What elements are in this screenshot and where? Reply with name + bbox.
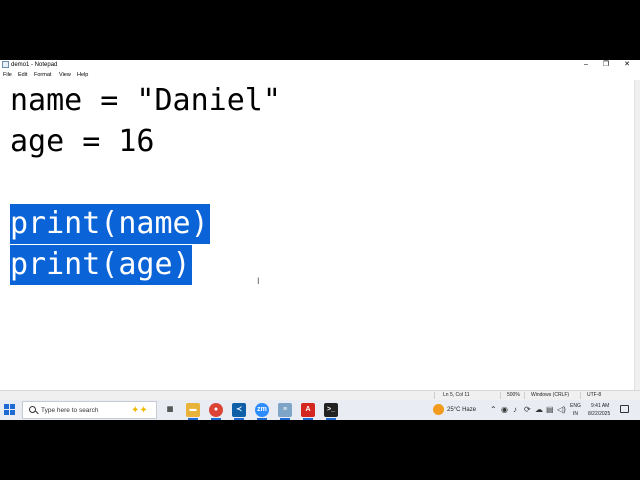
running-indicator bbox=[303, 418, 313, 420]
network-icon[interactable]: ▤ bbox=[546, 405, 554, 415]
language-indicator[interactable]: ENG bbox=[570, 403, 581, 409]
vertical-scrollbar[interactable] bbox=[634, 80, 640, 390]
status-divider bbox=[524, 392, 525, 399]
windows-logo-icon bbox=[4, 404, 9, 409]
running-indicator bbox=[188, 418, 198, 420]
status-cursor-position: Ln 5, Col 11 bbox=[443, 392, 470, 398]
cloud-icon[interactable]: ☁ bbox=[535, 405, 543, 415]
editor-line-2: age = 16 bbox=[10, 124, 155, 159]
taskbar-search-box[interactable]: Type here to search ✦✦ bbox=[22, 401, 157, 419]
search-placeholder: Type here to search bbox=[41, 407, 99, 414]
search-highlight-icon: ✦✦ bbox=[131, 405, 148, 416]
sync-icon[interactable]: ⟳ bbox=[524, 405, 531, 415]
window-title: demo1 - Notepad bbox=[11, 62, 58, 68]
notepad-app-icon bbox=[2, 61, 9, 68]
title-bar[interactable]: demo1 - Notepad – ❐ ✕ bbox=[0, 60, 640, 70]
input-locale[interactable]: IN bbox=[573, 411, 578, 417]
visual-studio-code-button[interactable]: ≺ bbox=[232, 403, 246, 417]
close-button[interactable]: ✕ bbox=[617, 60, 637, 70]
notification-icon[interactable] bbox=[620, 405, 629, 413]
menu-format[interactable]: Format bbox=[34, 70, 51, 80]
minimize-button[interactable]: – bbox=[576, 60, 596, 70]
status-divider bbox=[434, 392, 435, 399]
editor-line-1: name = "Daniel" bbox=[10, 83, 281, 118]
chevron-up-icon[interactable]: ⌃ bbox=[490, 405, 497, 415]
notepad-button[interactable]: ≡ bbox=[278, 403, 292, 417]
mic-icon[interactable]: ♪ bbox=[513, 405, 517, 415]
zoom-button[interactable]: zm bbox=[255, 403, 269, 417]
menu-file[interactable]: File bbox=[3, 70, 12, 80]
menu-edit[interactable]: Edit bbox=[18, 70, 27, 80]
search-icon bbox=[29, 406, 36, 413]
status-bar: Ln 5, Col 11 500% Windows (CRLF) UTF-8 bbox=[0, 390, 640, 400]
running-indicator bbox=[326, 418, 336, 420]
status-divider bbox=[580, 392, 581, 399]
defender-icon[interactable]: ◉ bbox=[501, 405, 508, 415]
windows-logo-icon bbox=[10, 404, 15, 409]
running-indicator bbox=[234, 418, 244, 420]
menu-help[interactable]: Help bbox=[77, 70, 88, 80]
file-explorer-button[interactable]: ▬ bbox=[186, 403, 200, 417]
text-editor[interactable]: name = "Daniel" age = 16 print(name) pri… bbox=[0, 80, 634, 390]
windows-logo-icon bbox=[10, 410, 15, 415]
task-view-button[interactable]: ▦ bbox=[163, 403, 177, 417]
terminal-button[interactable]: >_ bbox=[324, 403, 338, 417]
windows-logo-icon bbox=[4, 410, 9, 415]
weather-text[interactable]: 25°C Haze bbox=[447, 400, 476, 420]
running-indicator bbox=[211, 418, 221, 420]
acrobat-button[interactable]: A bbox=[301, 403, 315, 417]
status-divider bbox=[500, 392, 501, 399]
status-zoom: 500% bbox=[507, 392, 520, 398]
clock-time[interactable]: 9:41 AM bbox=[591, 403, 609, 409]
status-line-ending: Windows (CRLF) bbox=[531, 392, 570, 398]
editor-line-5: print(age) bbox=[10, 245, 192, 285]
menu-bar: File Edit Format View Help bbox=[0, 70, 640, 80]
clock-date[interactable]: 8/22/2025 bbox=[588, 411, 610, 417]
running-indicator bbox=[280, 418, 290, 420]
menu-view[interactable]: View bbox=[59, 70, 71, 80]
windows-start-button[interactable] bbox=[4, 404, 16, 416]
taskbar: Type here to search ✦✦ ▦ ▬ ● ≺ zm ≡ A >_… bbox=[0, 400, 640, 420]
volume-icon[interactable]: ◁) bbox=[557, 405, 566, 415]
status-encoding: UTF-8 bbox=[587, 392, 602, 398]
maximize-button[interactable]: ❐ bbox=[596, 60, 616, 70]
editor-line-4: print(name) bbox=[10, 204, 210, 244]
weather-haze-icon[interactable] bbox=[433, 404, 444, 415]
running-indicator bbox=[257, 418, 267, 420]
chrome-button[interactable]: ● bbox=[209, 403, 223, 417]
text-cursor-icon: I bbox=[257, 276, 260, 286]
desktop-screen: demo1 - Notepad – ❐ ✕ File Edit Format V… bbox=[0, 60, 640, 420]
